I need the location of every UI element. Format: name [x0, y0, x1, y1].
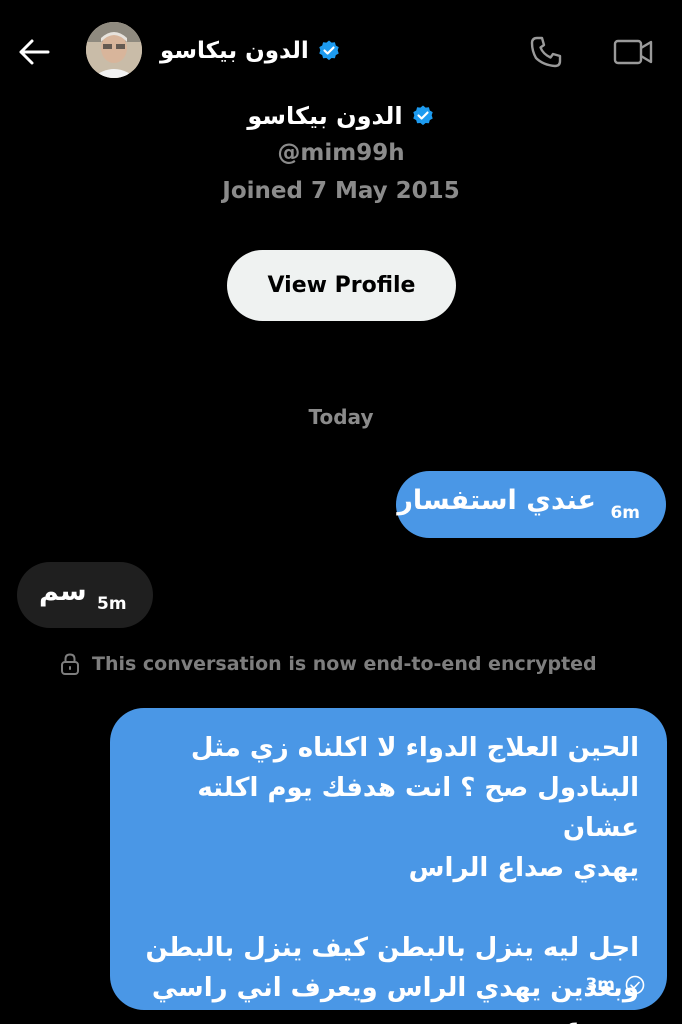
phone-icon	[530, 36, 562, 68]
contact-name: الدون بيكاسو	[160, 38, 309, 64]
sent-check-icon	[625, 975, 645, 995]
message-line	[139, 888, 639, 928]
message-line: مصدع ويهديه	[139, 1008, 639, 1024]
lock-icon	[61, 653, 79, 675]
video-camera-icon	[613, 39, 653, 65]
message-line: وبعدين يهدي الراس ويعرف اني راسي	[151, 973, 639, 1003]
verified-badge-icon	[412, 105, 433, 126]
message-line: اجل ليه ينزل بالبطن كيف ينزل بالبطن	[145, 933, 639, 963]
message-line: البنادول صح ؟ انت هدفك يوم اكلته عشان	[197, 773, 639, 843]
verified-badge-icon	[319, 40, 339, 61]
message-line: الحين العلاج الدواء لا اكلناه زي مثل	[190, 733, 639, 763]
encryption-notice-text: This conversation is now end-to-end encr…	[92, 653, 597, 675]
encryption-notice: This conversation is now end-to-end encr…	[60, 650, 660, 678]
message-text: الحين العلاج الدواء لا اكلناه زي مثل الب…	[139, 728, 639, 1024]
message-meta: 3m	[585, 975, 645, 995]
view-profile-button[interactable]: View Profile	[227, 250, 456, 321]
message-time: 5m	[97, 594, 127, 614]
joined-date: Joined 7 May 2015	[222, 178, 460, 204]
call-button[interactable]	[524, 30, 568, 74]
profile-name-row: الدون بيكاسو	[0, 96, 682, 136]
message-text: سم	[39, 576, 87, 607]
arrow-left-icon	[19, 39, 50, 65]
message-time: 6m	[610, 503, 640, 523]
video-call-button[interactable]	[608, 30, 658, 74]
message-bubble-outgoing[interactable]: عندي استفسار 6m	[396, 471, 666, 538]
chat-header: الدون بيكاسو	[0, 0, 682, 104]
message-bubble-incoming[interactable]: سم 5m	[17, 562, 153, 628]
message-text: عندي استفسار	[397, 485, 596, 516]
profile-handle: @mim99h	[277, 140, 405, 166]
message-line: يهدي صداع الراس	[408, 853, 639, 883]
message-time: 3m	[585, 975, 615, 995]
date-separator: Today	[308, 405, 374, 429]
profile-name: الدون بيكاسو	[247, 102, 403, 130]
avatar[interactable]	[86, 22, 142, 78]
message-bubble-outgoing[interactable]: الحين العلاج الدواء لا اكلناه زي مثل الب…	[110, 708, 667, 1024]
back-button[interactable]	[14, 32, 54, 72]
header-contact-name[interactable]: الدون بيكاسو	[160, 34, 341, 68]
